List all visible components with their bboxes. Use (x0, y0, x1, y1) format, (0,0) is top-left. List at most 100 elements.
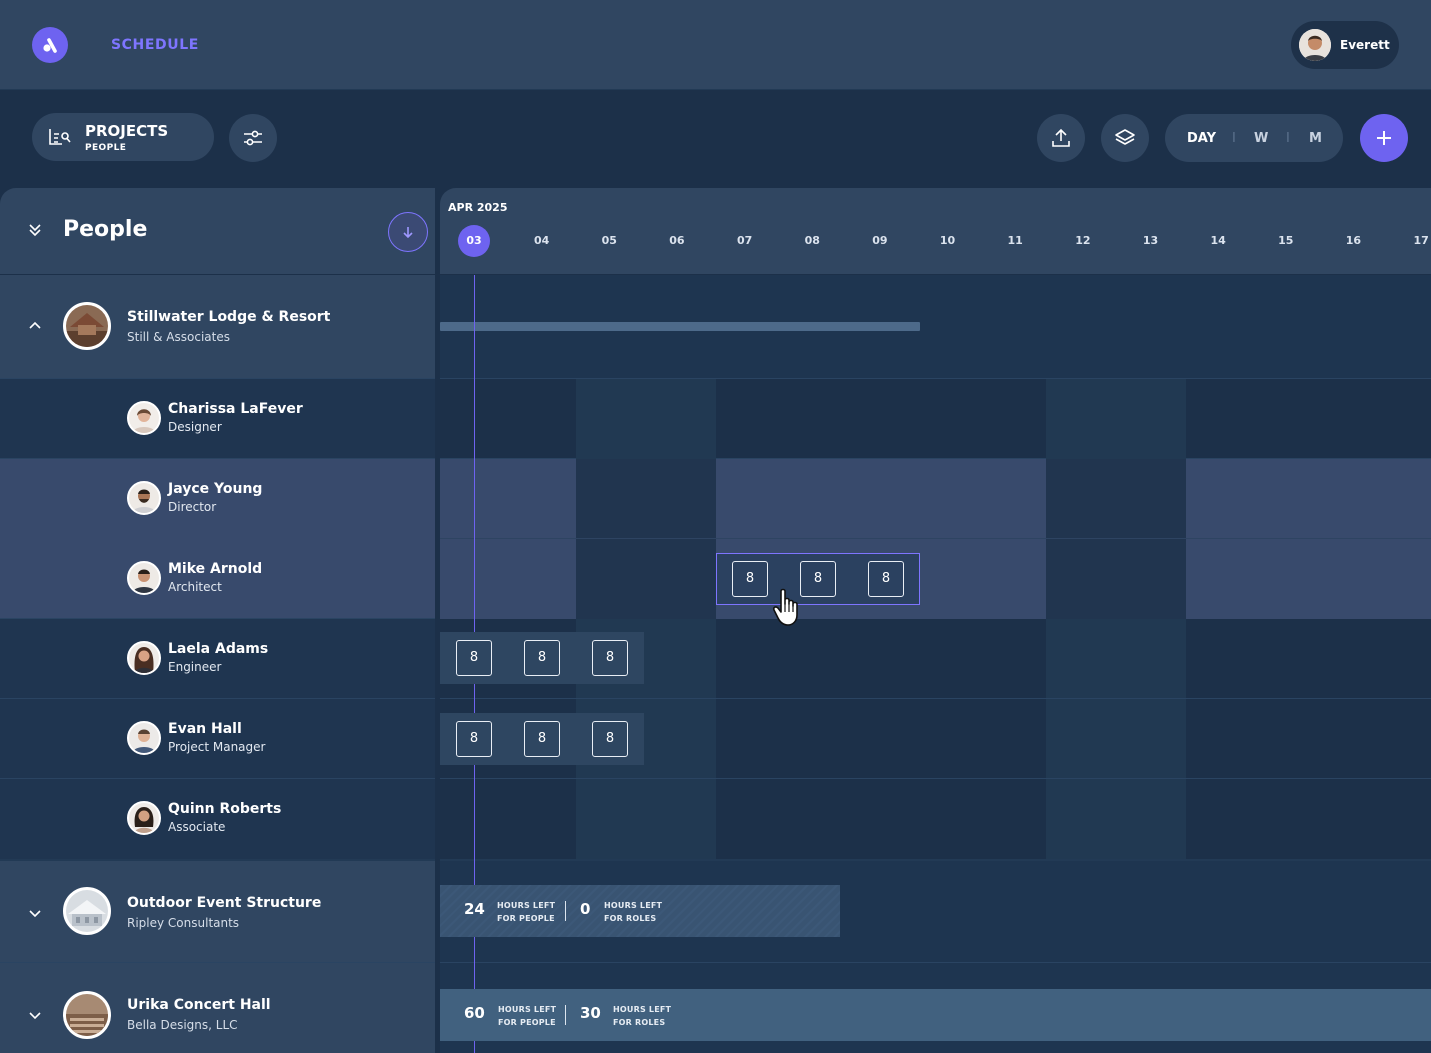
view-separator: I (1232, 131, 1236, 146)
day-label[interactable]: 16 (1337, 225, 1369, 257)
schedule-grid[interactable]: 8 8 8 8 8 8 8 8 8 24 HOURS LEFT FOR PEOPL… (440, 275, 1431, 1053)
chevron-up-icon[interactable] (28, 319, 42, 333)
day-label[interactable]: 12 (1067, 225, 1099, 257)
day-label[interactable]: 11 (999, 225, 1031, 257)
layers-button[interactable] (1101, 114, 1149, 162)
day-label[interactable]: 07 (729, 225, 761, 257)
people-hours-left: 60 (464, 1004, 485, 1022)
person-role: Engineer (168, 660, 222, 674)
project-thumbnail (63, 302, 111, 350)
weekend-cell (1046, 619, 1186, 859)
month-label: APR 2025 (448, 201, 508, 214)
day-label[interactable]: 05 (593, 225, 625, 257)
person-row[interactable]: Charissa LaFever Designer (0, 379, 435, 459)
hours-box[interactable]: 8 (592, 721, 628, 757)
view-toggle: DAY I W I M (1165, 114, 1343, 162)
project-row[interactable]: Urika Concert Hall Bella Designs, LLC (0, 963, 435, 1053)
day-label[interactable]: 04 (526, 225, 558, 257)
add-button[interactable] (1360, 114, 1408, 162)
person-role: Designer (168, 420, 222, 434)
person-row[interactable]: Quinn Roberts Associate (0, 779, 435, 859)
project-summary-bar[interactable]: 60 HOURS LEFT FOR PEOPLE 30 HOURS LEFT FOR… (440, 989, 1431, 1041)
projects-list-icon (49, 129, 71, 145)
people-hours-left: 24 (464, 900, 485, 918)
person-name: Evan Hall (168, 721, 242, 737)
view-day-button[interactable]: DAY (1187, 131, 1216, 146)
day-label-today[interactable]: 03 (458, 225, 490, 257)
project-client: Ripley Consultants (127, 916, 240, 930)
projects-people-toggle[interactable]: PROJECTS PEOPLE (32, 113, 214, 161)
hours-box[interactable]: 8 (456, 640, 492, 676)
person-role: Architect (168, 580, 222, 594)
user-avatar (1299, 29, 1331, 61)
hours-box[interactable]: 8 (800, 561, 836, 597)
hours-box[interactable]: 8 (524, 640, 560, 676)
hours-box[interactable]: 8 (524, 721, 560, 757)
people-hours-caption: HOURS LEFT FOR PEOPLE (497, 901, 556, 923)
chevron-down-icon[interactable] (28, 906, 42, 920)
view-separator: I (1286, 131, 1290, 146)
sort-button[interactable] (388, 212, 428, 252)
hours-box[interactable]: 8 (592, 640, 628, 676)
people-header: People (0, 188, 435, 274)
filter-button[interactable] (229, 114, 277, 162)
project-band (440, 275, 1431, 379)
plus-icon (1377, 131, 1391, 145)
person-avatar (127, 721, 161, 755)
person-role: Director (168, 500, 217, 514)
project-row[interactable]: Stillwater Lodge & Resort Still & Associ… (0, 275, 435, 379)
day-label[interactable]: 13 (1135, 225, 1167, 257)
layers-icon (1115, 129, 1135, 145)
day-label[interactable]: 15 (1270, 225, 1302, 257)
person-avatar (127, 801, 161, 835)
sliders-icon (244, 130, 262, 146)
project-client: Still & Associates (127, 330, 230, 344)
allocation-block[interactable]: 8 8 8 (440, 632, 644, 684)
person-avatar (127, 561, 161, 595)
app-logo[interactable] (32, 27, 68, 63)
hours-box[interactable]: 8 (868, 561, 904, 597)
project-client: Bella Designs, LLC (127, 1018, 238, 1032)
day-label[interactable]: 06 (661, 225, 693, 257)
roles-hours-caption: HOURS LEFT FOR ROLES (613, 1005, 672, 1027)
project-name: Outdoor Event Structure (127, 895, 322, 911)
weekend-cell (576, 379, 716, 459)
person-role: Associate (168, 820, 226, 834)
person-row[interactable]: Mike Arnold Architect (0, 539, 435, 619)
allocation-block-selected[interactable]: 8 8 8 (716, 553, 920, 605)
hours-box[interactable]: 8 (456, 721, 492, 757)
day-label[interactable]: 14 (1202, 225, 1234, 257)
person-name: Quinn Roberts (168, 801, 282, 817)
day-label[interactable]: 09 (864, 225, 896, 257)
project-name: Urika Concert Hall (127, 997, 271, 1013)
project-timeline-bar[interactable] (440, 322, 920, 331)
chevron-down-icon[interactable] (28, 1008, 42, 1022)
logo-icon (43, 38, 57, 53)
person-row[interactable]: Evan Hall Project Manager (0, 699, 435, 779)
collapse-all-icon[interactable] (27, 222, 43, 238)
day-label[interactable]: 08 (796, 225, 828, 257)
view-month-button[interactable]: M (1309, 131, 1322, 146)
top-bar: SCHEDULE Everett (0, 0, 1431, 90)
hours-box[interactable]: 8 (732, 561, 768, 597)
project-thumbnail (63, 991, 111, 1039)
view-week-button[interactable]: W (1254, 131, 1268, 146)
user-name: Everett (1340, 38, 1390, 52)
person-band (440, 379, 1431, 459)
person-name: Laela Adams (168, 641, 269, 657)
day-label[interactable]: 17 (1405, 225, 1431, 257)
project-summary-bar[interactable]: 24 HOURS LEFT FOR PEOPLE 0 HOURS LEFT FOR … (440, 885, 840, 937)
summary-divider (565, 901, 566, 921)
export-button[interactable] (1037, 114, 1085, 162)
allocation-block[interactable]: 8 8 8 (440, 713, 644, 765)
hand-cursor-icon (773, 588, 798, 626)
project-row[interactable]: Outdoor Event Structure Ripley Consultan… (0, 859, 435, 963)
person-row[interactable]: Jayce Young Director (0, 459, 435, 539)
user-menu[interactable]: Everett (1291, 21, 1399, 69)
person-name: Mike Arnold (168, 561, 263, 577)
people-label: PEOPLE (85, 143, 127, 153)
person-row[interactable]: Laela Adams Engineer (0, 619, 435, 699)
people-hours-caption: HOURS LEFT FOR PEOPLE (498, 1005, 557, 1027)
app-title: SCHEDULE (111, 37, 199, 53)
day-label[interactable]: 10 (932, 225, 964, 257)
